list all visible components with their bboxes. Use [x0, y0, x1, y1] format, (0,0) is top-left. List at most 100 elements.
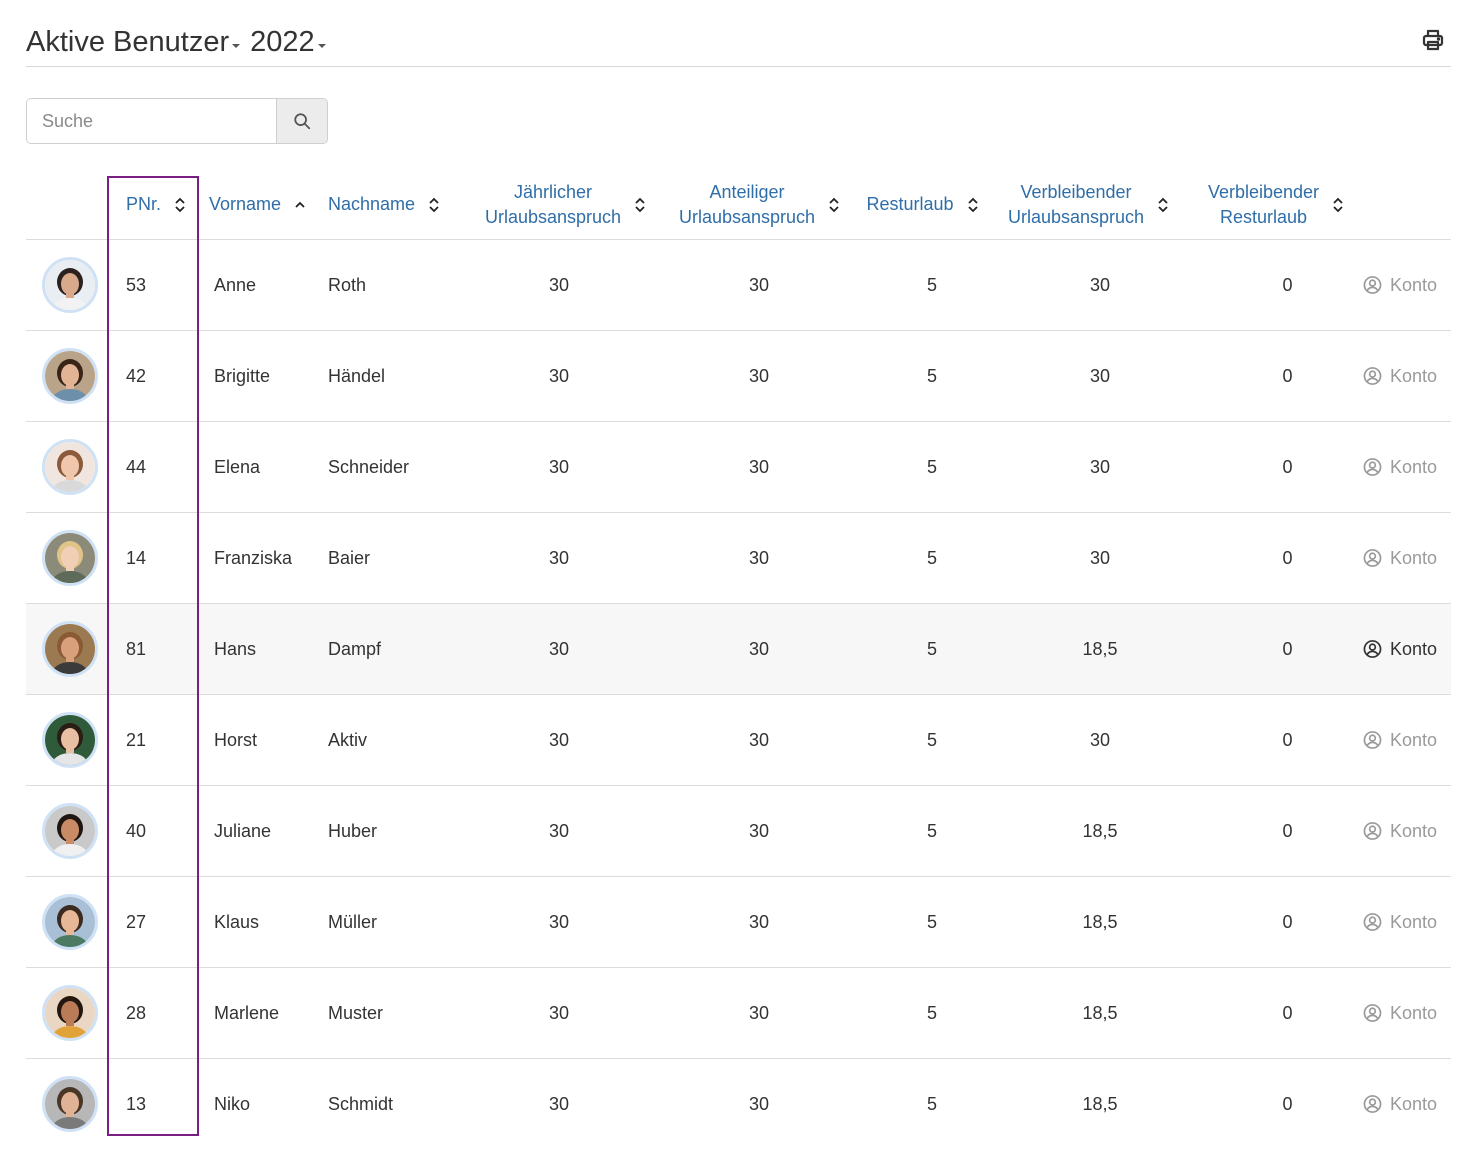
col-header-anteilig[interactable]: Anteiliger Urlaubsanspruch	[662, 170, 856, 240]
cell-nachname: Schneider	[328, 421, 468, 513]
avatar-cell	[26, 239, 110, 331]
table-body: 53 Anne Roth 30 30 5 30 0 Konto 42 Brigi…	[26, 239, 1451, 1149]
cell-vorname: Elena	[209, 421, 328, 513]
cell-verbleibender-resturlaub: 0	[1188, 694, 1363, 786]
cell-anteiliger-urlaubsanspruch: 30	[662, 785, 856, 877]
print-button[interactable]	[1421, 28, 1447, 54]
cell-resturlaub: 5	[856, 421, 988, 513]
avatar-image	[45, 988, 95, 1038]
table-row[interactable]: 40 Juliane Huber 30 30 5 18,5 0 Konto	[26, 785, 1451, 877]
table-row[interactable]: 13 Niko Schmidt 30 30 5 18,5 0 Konto	[26, 1059, 1451, 1149]
cell-verbleibender-urlaubsanspruch: 30	[988, 330, 1188, 422]
cell-jaehrlicher-urlaubsanspruch: 30	[468, 603, 662, 695]
cell-pnr: 21	[110, 694, 209, 786]
col-header-pnr[interactable]: PNr.	[110, 170, 209, 240]
cell-verbleibender-urlaubsanspruch: 30	[988, 694, 1188, 786]
chevron-down-icon	[232, 43, 241, 48]
view-selector-dropdown[interactable]: Aktive Benutzer	[26, 26, 241, 59]
table-header-row: PNr. Vorname Nachname Jährlicher Urlaubs…	[26, 170, 1451, 240]
konto-link[interactable]: Konto	[1363, 366, 1451, 387]
konto-label: Konto	[1389, 1002, 1437, 1023]
cell-verbleibender-resturlaub: 0	[1282, 1093, 1293, 1114]
cell-nachname: Roth	[328, 239, 468, 331]
cell-verbleibender-resturlaub: 0	[1188, 421, 1363, 513]
cell-pnr: 42	[110, 330, 209, 422]
col-header-resturlaub[interactable]: Resturlaub	[856, 170, 988, 240]
table-row[interactable]: 21 Horst Aktiv 30 30 5 30 0 Konto	[26, 694, 1451, 786]
col-header-vorname[interactable]: Vorname	[209, 170, 328, 240]
cell-resturlaub: 5	[856, 239, 988, 331]
konto-link[interactable]: Konto	[1363, 639, 1451, 660]
search-button[interactable]	[276, 99, 327, 143]
avatar	[42, 348, 98, 404]
table-row[interactable]: 28 Marlene Muster 30 30 5 18,5 0 Konto	[26, 967, 1451, 1059]
cell-resturlaub: 5	[856, 603, 988, 695]
col-avatar	[26, 170, 110, 240]
cell-nachname: Muster	[328, 967, 468, 1059]
konto-link[interactable]: Konto	[1363, 1003, 1451, 1024]
cell-vorname: Klaus	[209, 876, 328, 968]
cell-pnr: 14	[110, 512, 209, 604]
search-input[interactable]	[27, 99, 276, 143]
cell-verbleibender-urlaubsanspruch: 30	[988, 421, 1188, 513]
cell-pnr: 28	[110, 967, 209, 1059]
konto-cell: Konto	[1363, 421, 1451, 513]
col-header-nachname-label: Nachname	[328, 194, 416, 214]
year-selector-dropdown[interactable]: 2022	[250, 26, 326, 59]
avatar	[42, 1076, 98, 1132]
col-header-verbl-resturlaub-label: Verbleibender Resturlaub	[1207, 181, 1320, 227]
table-row[interactable]: 14 Franziska Baier 30 30 5 30 0 Konto	[26, 512, 1451, 604]
konto-link[interactable]: Konto	[1363, 1094, 1451, 1115]
table-row[interactable]: 27 Klaus Müller 30 30 5 18,5 0 Konto	[26, 876, 1451, 968]
konto-link[interactable]: Konto	[1363, 548, 1451, 569]
table-row[interactable]: 81 Hans Dampf 30 30 5 18,5 0 Konto	[26, 603, 1451, 695]
user-circle-icon	[1363, 1004, 1382, 1022]
cell-nachname: Aktiv	[328, 694, 468, 786]
col-header-verbl-resturlaub[interactable]: Verbleibender Resturlaub	[1188, 170, 1363, 240]
table-row[interactable]: 42 Brigitte Händel 30 30 5 30 0 Konto	[26, 330, 1451, 422]
cell-resturlaub: 5	[926, 1093, 937, 1114]
cell-resturlaub: 5	[856, 512, 988, 604]
sort-both-icon	[967, 197, 978, 212]
view-selector-label: Aktive Benutzer	[26, 26, 230, 58]
konto-cell: Konto	[1363, 330, 1451, 422]
col-header-verbl-urlaubsanspruch[interactable]: Verbleibender Urlaubsanspruch	[988, 170, 1188, 240]
table-row[interactable]: 53 Anne Roth 30 30 5 30 0 Konto	[26, 239, 1451, 331]
col-header-nachname[interactable]: Nachname	[328, 170, 468, 240]
user-circle-icon	[1363, 367, 1382, 385]
konto-link[interactable]: Konto	[1363, 821, 1451, 842]
cell-anteiliger-urlaubsanspruch: 30	[662, 512, 856, 604]
cell-jaehrlicher-urlaubsanspruch: 30	[468, 512, 662, 604]
konto-link[interactable]: Konto	[1363, 730, 1451, 751]
user-circle-icon	[1363, 549, 1382, 567]
cell-vorname: Anne	[209, 239, 328, 331]
avatar-cell	[26, 785, 110, 877]
cell-vorname: Franziska	[209, 512, 328, 604]
avatar-image	[45, 1079, 95, 1129]
cell-vorname: Horst	[209, 694, 328, 786]
konto-link[interactable]: Konto	[1363, 457, 1451, 478]
avatar-cell	[26, 512, 110, 604]
table-row[interactable]: 44 Elena Schneider 30 30 5 30 0 Konto	[26, 421, 1451, 513]
avatar	[42, 530, 98, 586]
cell-vorname: Juliane	[209, 785, 328, 877]
user-circle-icon	[1363, 822, 1382, 840]
col-header-anteilig-label: Anteiliger Urlaubsanspruch	[678, 181, 816, 227]
user-circle-icon	[1363, 913, 1382, 931]
cell-resturlaub: 5	[856, 785, 988, 877]
printer-icon	[1422, 29, 1444, 51]
konto-link[interactable]: Konto	[1363, 275, 1451, 296]
cell-verbleibender-resturlaub: 0	[1188, 876, 1363, 968]
cell-jaehrlicher-urlaubsanspruch: 30	[468, 967, 662, 1059]
konto-cell: Konto	[1363, 785, 1451, 877]
page-header: Aktive Benutzer 2022	[26, 18, 1451, 67]
cell-anteiliger-urlaubsanspruch: 30	[662, 330, 856, 422]
konto-link[interactable]: Konto	[1363, 912, 1451, 933]
cell-nachname: Huber	[328, 785, 468, 877]
page: Aktive Benutzer 2022 Suche PNr. Vorname …	[0, 0, 1471, 1149]
avatar-image	[45, 624, 95, 674]
cell-verbleibender-resturlaub: 0	[1188, 603, 1363, 695]
avatar	[42, 712, 98, 768]
col-header-jaehrlich[interactable]: Jährlicher Urlaubsanspruch	[468, 170, 662, 240]
user-circle-icon	[1363, 640, 1382, 658]
